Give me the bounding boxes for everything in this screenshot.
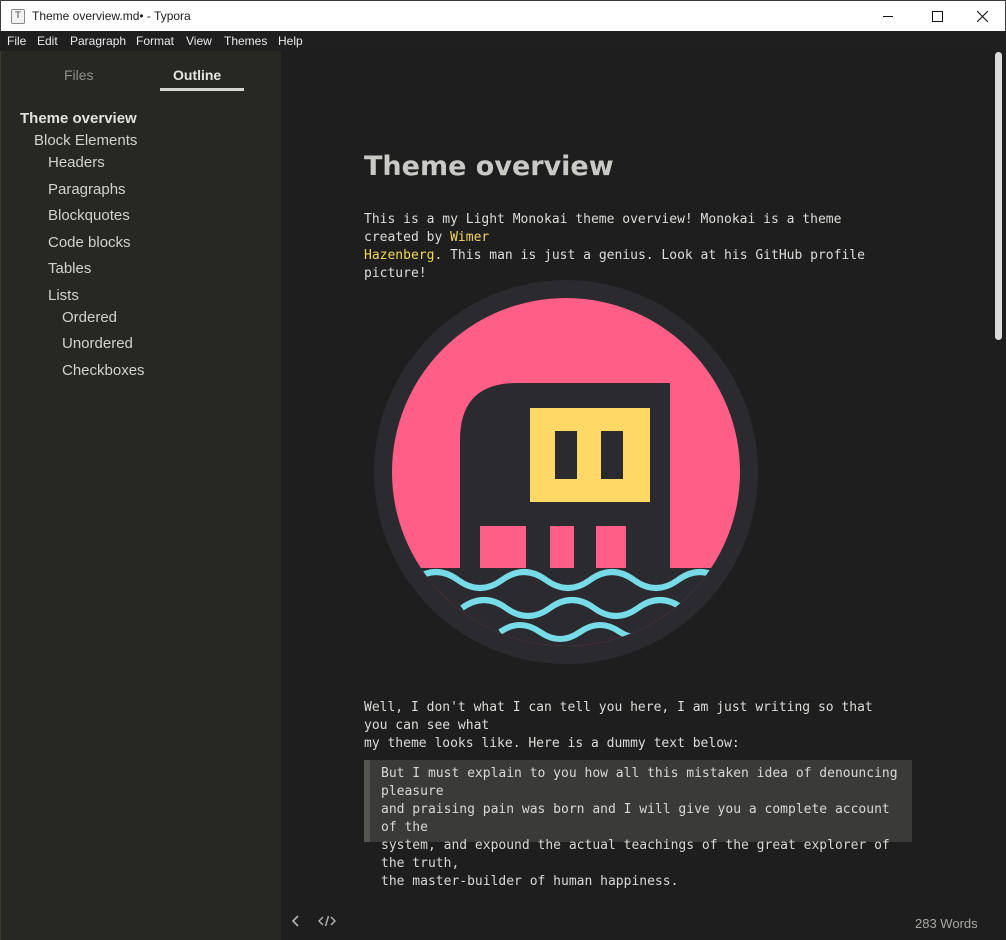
minimize-button[interactable] <box>865 1 911 31</box>
tab-outline[interactable]: Outline <box>173 67 221 83</box>
menu-format[interactable]: Format <box>136 34 174 48</box>
editor-pane[interactable]: Theme overview This is a my Light Monoka… <box>281 51 1006 940</box>
intro-text-end: . This man is just a genius. Look at his… <box>364 248 865 281</box>
body-paragraph-line-2: my theme looks like. Here is a dummy tex… <box>364 736 740 751</box>
sidebar: Files Outline Theme overview Block Eleme… <box>0 51 281 940</box>
editor-scrollbar[interactable] <box>995 52 1002 340</box>
blockquote-line: the master-builder of human happiness. <box>381 874 679 889</box>
outline-item-lists[interactable]: Lists <box>48 287 79 304</box>
outline-item-block-elements[interactable]: Block Elements <box>34 132 137 149</box>
outline-item-headers[interactable]: Headers <box>48 154 105 171</box>
author-link-last-name: Hazenberg <box>364 248 435 263</box>
toggle-sidebar-button[interactable] <box>291 914 301 932</box>
menu-themes[interactable]: Themes <box>224 34 267 48</box>
typora-app-icon: T <box>11 9 25 24</box>
chevron-left-icon <box>291 915 299 927</box>
active-tab-indicator <box>160 88 244 91</box>
menu-help[interactable]: Help <box>278 34 303 48</box>
body-paragraph: Well, I don't what I can tell you here, … <box>364 699 904 753</box>
blockquote: But I must explain to you how all this m… <box>364 760 912 889</box>
close-icon <box>977 11 988 22</box>
tab-files[interactable]: Files <box>64 67 94 83</box>
outline-item-tables[interactable]: Tables <box>48 260 91 277</box>
source-code-mode-button[interactable] <box>318 914 336 932</box>
github-avatar-image <box>374 280 758 664</box>
menu-bar: File Edit Paragraph Format View Themes H… <box>0 31 1006 51</box>
window-title: Theme overview.md• - Typora <box>32 9 191 23</box>
close-button[interactable] <box>959 1 1005 31</box>
maximize-button[interactable] <box>914 1 960 31</box>
menu-file[interactable]: File <box>7 34 26 48</box>
title-bar: T Theme overview.md• - Typora <box>0 0 1006 31</box>
outline-item-theme-overview[interactable]: Theme overview <box>20 110 137 127</box>
intro-text-start: This is a my Light Monokai theme overvie… <box>364 212 842 245</box>
menu-paragraph[interactable]: Paragraph <box>70 34 126 48</box>
intro-paragraph: This is a my Light Monokai theme overvie… <box>364 211 904 283</box>
outline-item-unordered[interactable]: Unordered <box>62 335 133 352</box>
body-paragraph-line-1: Well, I don't what I can tell you here, … <box>364 700 873 733</box>
document-title: Theme overview <box>364 151 614 182</box>
blockquote-line: and praising pain was born and I will gi… <box>381 802 890 835</box>
word-count[interactable]: 283 Words <box>915 916 978 931</box>
menu-edit[interactable]: Edit <box>37 34 58 48</box>
menu-view[interactable]: View <box>186 34 212 48</box>
outline-item-ordered[interactable]: Ordered <box>62 309 117 326</box>
blockquote-line: system, and expound the actual teachings… <box>381 838 890 871</box>
outline-item-paragraphs[interactable]: Paragraphs <box>48 181 126 198</box>
blockquote-line: But I must explain to you how all this m… <box>381 766 898 799</box>
outline-item-code-blocks[interactable]: Code blocks <box>48 234 131 251</box>
author-link-first-name: Wimer <box>450 230 490 245</box>
outline-item-checkboxes[interactable]: Checkboxes <box>62 362 145 379</box>
code-icon <box>318 915 336 927</box>
outline-item-blockquotes[interactable]: Blockquotes <box>48 207 130 224</box>
